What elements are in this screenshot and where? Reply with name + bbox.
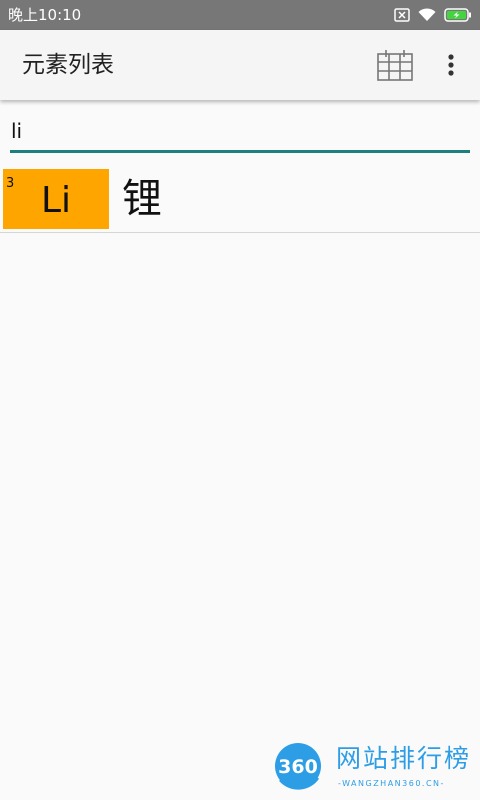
- status-icons: [394, 6, 472, 24]
- watermark-badge-text: 360: [278, 756, 318, 778]
- calendar-grid-icon: [377, 50, 413, 81]
- watermark-subtext: -WANGZHAN360.CN-: [338, 779, 445, 788]
- search-input[interactable]: [10, 112, 470, 150]
- list-item[interactable]: 3 Li 锂: [0, 166, 480, 233]
- periodic-table-button[interactable]: [376, 47, 414, 83]
- watermark-text: 网站排行榜: [336, 744, 472, 773]
- element-name: 锂: [122, 176, 162, 222]
- element-tile: 3 Li: [3, 169, 109, 229]
- battery-charging-icon: [444, 8, 472, 22]
- app-bar: 元素列表: [0, 30, 480, 100]
- status-bar: 晚上10:10: [0, 0, 480, 30]
- page-title: 元素列表: [22, 52, 114, 78]
- search-underline: [10, 150, 470, 153]
- status-time: 晚上10:10: [8, 6, 82, 24]
- watermark: 360 网站排行榜 -WANGZHAN360.CN-: [262, 736, 480, 800]
- more-vert-icon: [448, 54, 454, 76]
- wifi-icon: [418, 8, 436, 22]
- element-symbol: Li: [40, 180, 72, 221]
- watermark-badge-icon: 360: [275, 743, 321, 790]
- sim-disabled-icon: [394, 8, 410, 22]
- more-options-button[interactable]: [440, 50, 462, 80]
- search-field: [10, 112, 470, 154]
